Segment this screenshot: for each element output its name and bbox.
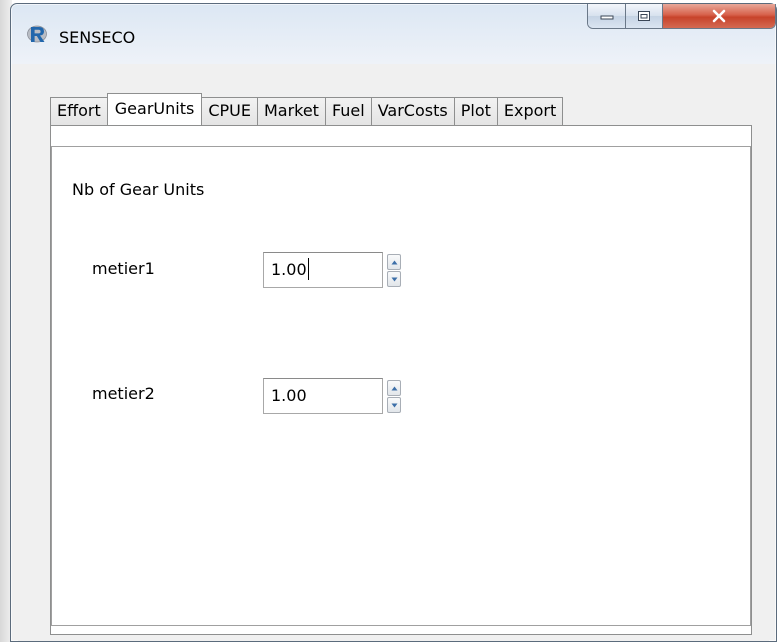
close-button[interactable] xyxy=(663,4,775,28)
window-controls xyxy=(587,4,776,29)
tab-fuel[interactable]: Fuel xyxy=(324,97,372,125)
metier2-increment-button[interactable] xyxy=(387,380,401,396)
metier1-stepper xyxy=(387,254,401,287)
metier2-stepper xyxy=(387,380,401,413)
tab-panel-content xyxy=(51,146,751,626)
arrow-down-icon xyxy=(391,403,397,407)
text-caret xyxy=(307,258,309,280)
tab-plot[interactable]: Plot xyxy=(453,97,498,125)
arrow-up-icon xyxy=(391,386,397,390)
row-label-metier2: metier2 xyxy=(92,384,155,403)
tab-varcosts[interactable]: VarCosts xyxy=(370,97,455,125)
arrow-up-icon xyxy=(391,260,397,264)
metier1-value: 1.00 xyxy=(271,260,307,279)
tab-cpue[interactable]: CPUE xyxy=(201,97,258,125)
metier2-decrement-button[interactable] xyxy=(387,397,401,413)
metier2-value-input[interactable]: 1.00 xyxy=(263,378,383,414)
window-title: SENSECO xyxy=(59,28,136,47)
metier1-increment-button[interactable] xyxy=(387,254,401,270)
arrow-down-icon xyxy=(391,277,397,281)
tab-export[interactable]: Export xyxy=(496,97,564,125)
tab-market[interactable]: Market xyxy=(256,97,326,125)
minimize-button[interactable] xyxy=(588,4,626,28)
close-icon xyxy=(712,9,726,23)
row-label-metier1: metier1 xyxy=(92,259,155,278)
minimize-icon xyxy=(600,15,613,20)
maximize-icon xyxy=(638,11,650,21)
section-label: Nb of Gear Units xyxy=(72,180,205,199)
metier1-value-input[interactable]: 1.00 xyxy=(263,252,383,288)
tab-effort[interactable]: Effort xyxy=(50,97,108,125)
title-bar[interactable]: SENSECO xyxy=(11,4,776,56)
metier1-decrement-button[interactable] xyxy=(387,271,401,287)
tab-panel xyxy=(50,125,752,635)
maximize-button[interactable] xyxy=(626,4,663,28)
tab-gearunits[interactable]: GearUnits xyxy=(106,93,203,125)
tab-bar: Effort GearUnits CPUE Market Fuel VarCos… xyxy=(50,93,564,125)
r-logo-icon xyxy=(27,25,47,43)
metier2-value: 1.00 xyxy=(271,386,307,405)
